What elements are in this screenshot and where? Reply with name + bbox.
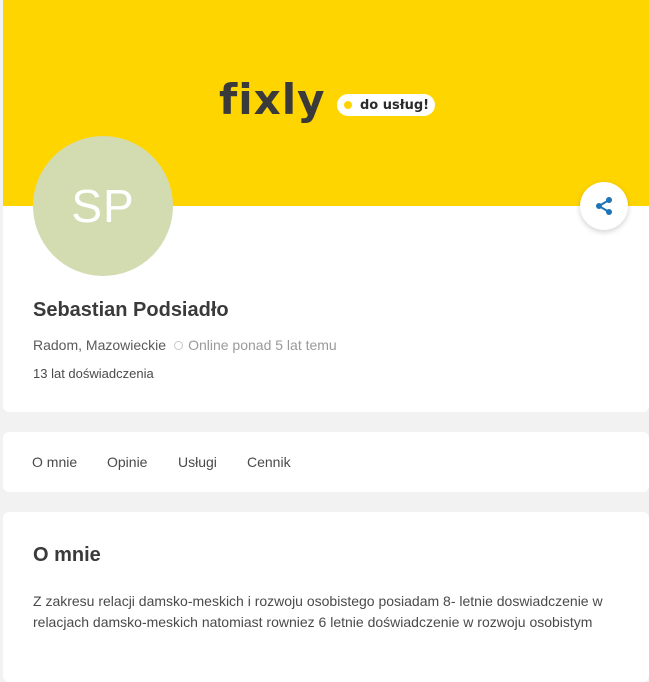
tab-opinie[interactable]: Opinie — [107, 454, 147, 470]
tab-uslugi[interactable]: Usługi — [178, 454, 217, 470]
avatar: SP — [33, 136, 173, 276]
about-text: Z zakresu relacji damsko-meskich i rozwo… — [33, 593, 603, 630]
share-icon — [596, 197, 612, 215]
online-status-icon — [174, 340, 184, 350]
tab-cennik[interactable]: Cennik — [247, 454, 291, 470]
tagline-text: do usług! — [360, 97, 430, 113]
fixly-logo[interactable]: fixly — [219, 78, 326, 122]
tagline-badge: do usług! — [337, 94, 435, 116]
tabs-bar — [3, 432, 649, 492]
share-button[interactable] — [580, 182, 628, 230]
avatar-initials: SP — [71, 180, 135, 232]
tagline-dot-icon — [344, 101, 352, 109]
online-status: Online ponad 5 lat temu — [188, 337, 337, 353]
tab-o-mnie[interactable]: O mnie — [32, 454, 77, 470]
profile-experience: 13 lat doświadczenia — [33, 366, 154, 381]
profile-name: Sebastian Podsiadło — [33, 299, 229, 321]
profile-meta: Radom, Mazowieckie Online ponad 5 lat te… — [33, 337, 337, 353]
about-title: O mnie — [33, 544, 101, 566]
profile-location: Radom, Mazowieckie — [33, 337, 167, 353]
